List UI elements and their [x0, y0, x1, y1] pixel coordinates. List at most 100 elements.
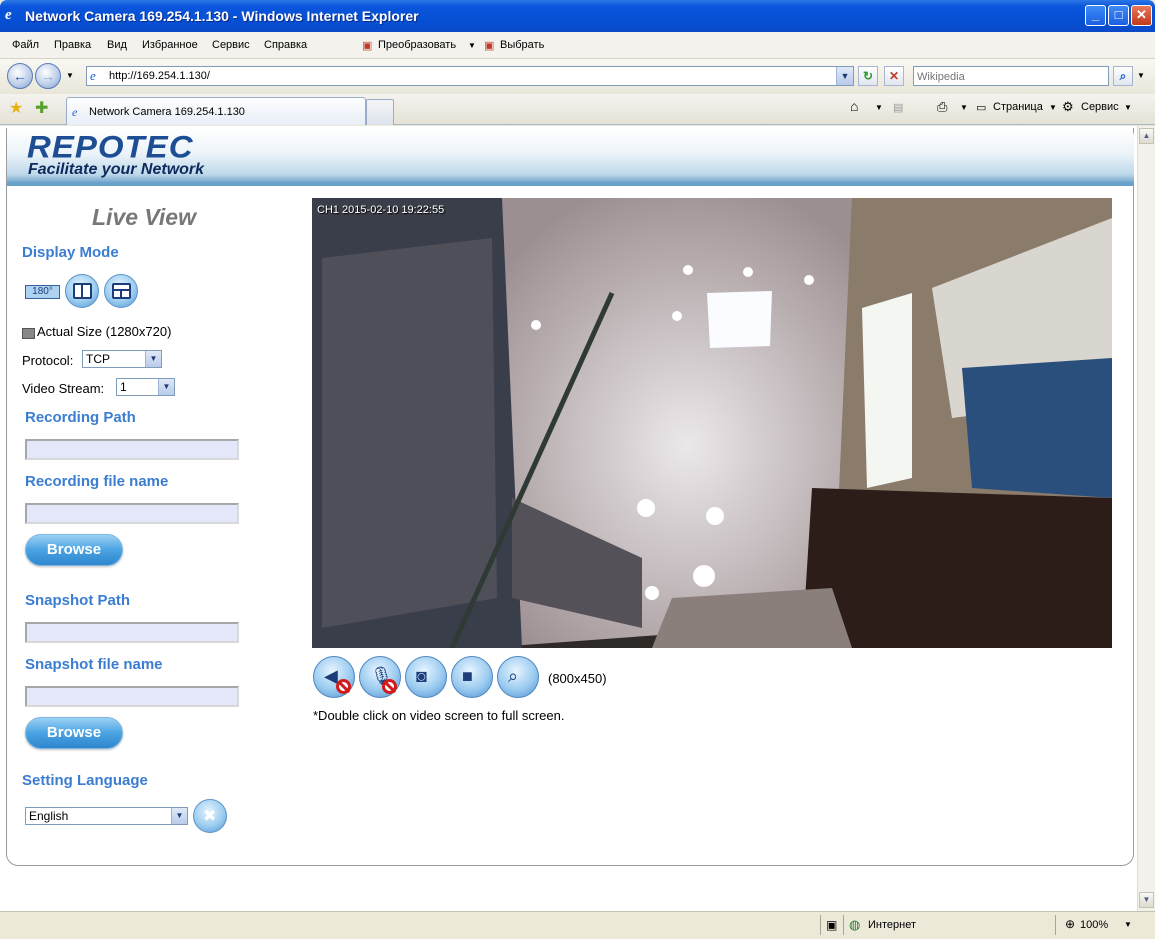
- maximize-button[interactable]: □: [1108, 5, 1129, 26]
- page-content: REPOTEC Facilitate your Network Live Vie…: [0, 126, 1137, 911]
- search-field[interactable]: [913, 66, 1109, 86]
- new-tab-button[interactable]: [366, 99, 394, 125]
- page-dropdown-icon[interactable]: ▼: [1049, 103, 1057, 112]
- refresh-icon[interactable]: ↻: [858, 66, 878, 86]
- scroll-down-icon[interactable]: ▼: [1139, 892, 1154, 908]
- menu-tools[interactable]: Сервис: [212, 39, 250, 51]
- feeds-icon[interactable]: ▤: [893, 101, 903, 114]
- record-button[interactable]: ■: [451, 656, 493, 698]
- chevron-down-icon[interactable]: ▼: [145, 351, 161, 367]
- actual-size-checkbox[interactable]: [22, 328, 35, 339]
- search-options-icon[interactable]: ▼: [1137, 71, 1145, 80]
- address-dropdown-icon[interactable]: ▼: [836, 67, 853, 85]
- menu-bar: Файл Правка Вид Избранное Сервис Справка…: [0, 32, 1155, 59]
- snapshot-path-input[interactable]: [25, 622, 239, 643]
- logo-tagline: Facilitate your Network: [28, 161, 205, 178]
- repotec-logo: REPOTEC: [27, 128, 194, 165]
- page-header: REPOTEC Facilitate your Network: [7, 128, 1134, 186]
- language-select[interactable]: English ▼: [25, 807, 188, 825]
- protocol-value: TCP: [86, 352, 110, 366]
- tab-page-icon: e: [72, 105, 78, 119]
- snapshot-file-heading: Snapshot file name: [25, 656, 163, 673]
- window-title: Network Camera 169.254.1.130 - Windows I…: [25, 8, 419, 24]
- setting-language-heading: Setting Language: [22, 772, 148, 789]
- forward-button[interactable]: →: [35, 63, 61, 89]
- camera-frame: [312, 198, 1112, 648]
- pdf-icon: ▣: [362, 40, 373, 52]
- back-button[interactable]: ←: [7, 63, 33, 89]
- address-field[interactable]: e http://169.254.1.130/ ▼: [86, 66, 854, 86]
- chevron-down-icon[interactable]: ▼: [171, 808, 187, 824]
- security-zone-label: Интернет: [868, 919, 916, 931]
- scroll-up-icon[interactable]: ▲: [1139, 128, 1154, 144]
- address-url[interactable]: http://169.254.1.130/: [109, 70, 210, 82]
- audio-mute-button[interactable]: ◀: [313, 656, 355, 698]
- video-stream-select[interactable]: 1 ▼: [116, 378, 175, 396]
- recording-file-heading: Recording file name: [25, 473, 169, 490]
- recording-file-input[interactable]: [25, 503, 239, 524]
- video-camera-icon: ■: [462, 666, 473, 686]
- tab-network-camera[interactable]: e Network Camera 169.254.1.130: [66, 97, 366, 125]
- menu-file[interactable]: Файл: [12, 39, 39, 51]
- mode-180-button[interactable]: 180°: [25, 285, 60, 299]
- tools-dropdown-icon[interactable]: ▼: [1124, 103, 1132, 112]
- print-dropdown-icon[interactable]: ▼: [960, 103, 968, 112]
- live-video-view[interactable]: CH1 2015-02-10 19:22:55: [312, 198, 1112, 648]
- status-divider: [843, 915, 844, 935]
- snapshot-button[interactable]: ◙: [405, 656, 447, 698]
- status-divider: [820, 915, 821, 935]
- page-menu-button[interactable]: Страница: [993, 101, 1043, 113]
- tab-bar: ★ ✚ e Network Camera 169.254.1.130 ⌂ ▼ ▤…: [0, 94, 1155, 125]
- close-button[interactable]: ✕: [1131, 5, 1152, 26]
- snapshot-path-heading: Snapshot Path: [25, 592, 131, 609]
- menu-edit[interactable]: Правка: [54, 39, 91, 51]
- protocol-select[interactable]: TCP ▼: [82, 350, 162, 368]
- add-favorite-icon[interactable]: ✚: [35, 98, 48, 118]
- zoom-icon[interactable]: ⊕: [1065, 917, 1075, 931]
- menu-favorites[interactable]: Избранное: [142, 39, 198, 51]
- mode-split-vertical-button[interactable]: [65, 274, 99, 308]
- recording-browse-button[interactable]: Browse: [25, 534, 123, 566]
- camera-icon: ◙: [416, 666, 427, 686]
- tools-icon: ✖: [203, 808, 217, 825]
- tools-menu-button[interactable]: Сервис: [1081, 101, 1119, 113]
- vertical-scrollbar[interactable]: ▲ ▼: [1137, 126, 1155, 911]
- chevron-down-icon[interactable]: ▼: [158, 379, 174, 395]
- actual-size-label: Actual Size (1280x720): [37, 324, 172, 339]
- print-icon[interactable]: ⎙: [937, 99, 947, 115]
- select-button[interactable]: Выбрать: [500, 39, 544, 51]
- globe-icon: ◍: [849, 917, 861, 932]
- video-osd-timestamp: CH1 2015-02-10 19:22:55: [317, 204, 445, 216]
- microphone-mute-button[interactable]: 🎙: [359, 656, 401, 698]
- disabled-icon: [382, 679, 397, 694]
- stop-icon[interactable]: ✕: [884, 66, 904, 86]
- convert-button[interactable]: Преобразовать: [378, 39, 456, 51]
- zoom-level[interactable]: 100%: [1080, 919, 1108, 931]
- apply-language-button[interactable]: ✖: [193, 799, 227, 833]
- snapshot-file-input[interactable]: [25, 686, 239, 707]
- video-stream-label: Video Stream:: [22, 381, 105, 396]
- search-input[interactable]: [917, 68, 1107, 85]
- search-go-icon[interactable]: ⌕: [1113, 66, 1133, 86]
- home-icon[interactable]: ⌂: [850, 98, 858, 114]
- header-divider: [7, 182, 1134, 186]
- mode-split-quad-button[interactable]: [104, 274, 138, 308]
- recording-path-input[interactable]: [25, 439, 239, 460]
- minimize-button[interactable]: _: [1085, 5, 1106, 26]
- menu-help[interactable]: Справка: [264, 39, 307, 51]
- zoom-dropdown-icon[interactable]: ▼: [1124, 920, 1132, 929]
- address-toolbar: ← → ▼ e http://169.254.1.130/ ▼ ↻ ✕ ⌕ ▼: [0, 59, 1155, 94]
- recording-path-heading: Recording Path: [25, 409, 136, 426]
- disabled-icon: [336, 679, 351, 694]
- home-dropdown-icon[interactable]: ▼: [875, 103, 883, 112]
- popup-blocker-icon[interactable]: ▣: [826, 918, 837, 932]
- history-dropdown-icon[interactable]: ▼: [66, 71, 74, 80]
- magnifier-icon: ⌕: [508, 666, 519, 686]
- live-view-title: Live View: [92, 204, 196, 230]
- convert-dropdown-icon[interactable]: ▼: [468, 41, 476, 50]
- menu-view[interactable]: Вид: [107, 39, 127, 51]
- snapshot-browse-button[interactable]: Browse: [25, 717, 123, 749]
- status-bar: ▣ ◍ Интернет ⊕ 100% ▼: [0, 911, 1155, 939]
- zoom-button[interactable]: ⌕: [497, 656, 539, 698]
- favorites-star-icon[interactable]: ★: [9, 98, 23, 118]
